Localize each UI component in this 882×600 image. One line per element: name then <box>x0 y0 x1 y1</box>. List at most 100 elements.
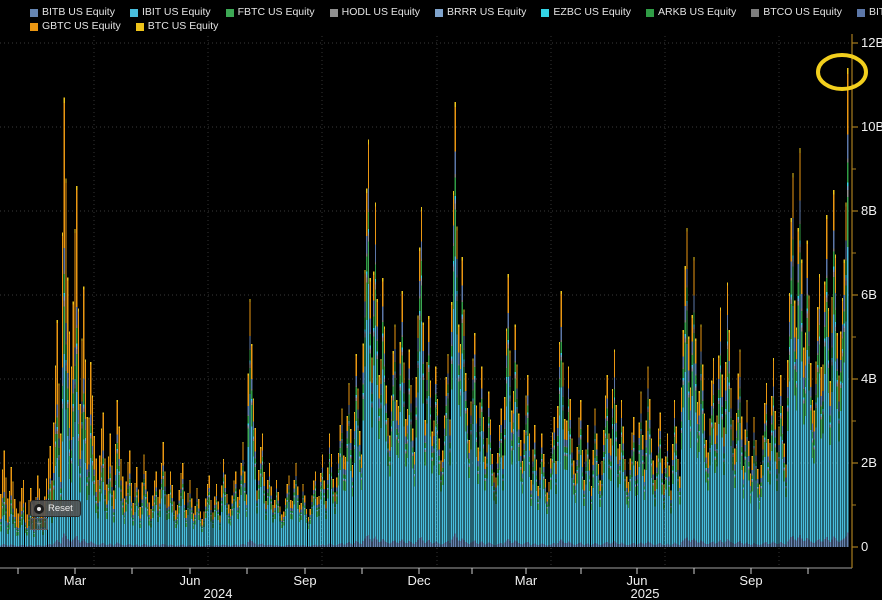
bar-segment-bitb <box>782 543 783 547</box>
bar-segment-ezbc <box>331 477 332 478</box>
bar-segment-bitb <box>149 546 150 547</box>
bar-segment-ibit <box>566 470 567 543</box>
bar-segment-gbtc <box>92 397 93 445</box>
bar-segment-ezbc <box>578 450 579 451</box>
bar-segment-hodl <box>386 422 387 424</box>
bar-segment-ezbc <box>62 399 63 402</box>
bar-segment-brrr <box>315 489 316 490</box>
bar-segment-ezbc <box>764 438 765 439</box>
bar-segment-hodl <box>587 457 588 459</box>
bar-segment-btco <box>126 499 127 500</box>
bar-segment-bitb <box>791 537 792 547</box>
bar-segment-btc <box>447 354 448 356</box>
bar-segment-hodl <box>695 388 696 391</box>
bar-segment-bitx <box>700 352 701 363</box>
bar-segment-bitx <box>276 489 277 492</box>
bar-segment-arkb <box>143 479 144 483</box>
bar-segment-fbtc <box>619 473 620 484</box>
bar-segment-ezbc <box>391 427 392 428</box>
bar-segment-btco <box>750 490 751 491</box>
bar-segment-ezbc <box>601 484 602 485</box>
bar-segment-bitb <box>426 541 427 547</box>
bar-segment-btco <box>639 444 640 445</box>
bar-segment-brrr <box>734 475 735 476</box>
bar-segment-gbtc <box>295 464 296 476</box>
bar-segment-bitb <box>25 546 26 547</box>
bar-segment-btc <box>317 497 318 498</box>
bar-segment-bitb <box>469 544 470 547</box>
bar-segment-bitb <box>58 542 59 547</box>
bar-segment-ibit <box>425 465 426 543</box>
bar-segment-fbtc <box>157 517 158 522</box>
bar-segment-hodl <box>163 477 164 478</box>
bar-segment-ibit <box>768 482 769 544</box>
bar-segment-gbtc <box>193 514 194 521</box>
bar-segment-bitb <box>608 544 609 547</box>
bar-segment-hodl <box>794 366 795 369</box>
bar-segment-brrr <box>499 454 500 455</box>
bar-segment-hodl <box>584 498 585 499</box>
bar-segment-gbtc <box>690 390 691 411</box>
bar-segment-arkb <box>262 457 263 462</box>
bar-segment-btc <box>142 482 143 483</box>
bar-segment-gbtc <box>679 477 680 488</box>
bar-segment-ibit <box>370 382 371 539</box>
bar-segment-ibit <box>580 455 581 543</box>
bar-segment-arkb <box>306 516 307 518</box>
bar-segment-btco <box>626 491 627 492</box>
bar-segment-bitx <box>594 425 595 432</box>
bar-segment-fbtc <box>509 401 510 422</box>
bar-segment-brrr <box>276 496 277 497</box>
bar-segment-btco <box>718 389 719 391</box>
bar-segment-bitb <box>288 545 289 547</box>
bar-segment-arkb <box>575 490 576 493</box>
bar-segment-bitb <box>662 544 663 547</box>
bar-segment-gbtc <box>302 485 303 492</box>
bar-segment-brrr <box>531 498 532 499</box>
bar-segment-btc <box>495 478 496 479</box>
bar-segment-brrr <box>115 486 116 487</box>
bar-segment-hodl <box>550 479 551 480</box>
bar-segment-bitx <box>175 519 176 521</box>
bar-segment-btco <box>690 419 691 420</box>
bar-segment-fbtc <box>780 418 781 436</box>
bar-segment-bitb <box>230 546 231 547</box>
bar-segment-bitx <box>233 493 234 496</box>
bar-segment-ibit <box>651 478 652 544</box>
bar-segment-btc <box>750 474 751 475</box>
bar-segment-bitb <box>28 546 29 547</box>
bar-segment-fbtc <box>182 490 183 499</box>
bar-segment-fbtc <box>127 495 128 504</box>
bar-segment-ibit <box>417 392 418 540</box>
bar-segment-bitx <box>784 457 785 462</box>
bar-segment-gbtc <box>186 510 187 518</box>
bar-segment-brrr <box>368 232 369 235</box>
bar-segment-gbtc <box>548 483 549 492</box>
bar-segment-ibit <box>186 527 187 546</box>
bar-segment-fbtc <box>662 485 663 494</box>
bar-segment-bitb <box>370 539 371 547</box>
bar-segment-hodl <box>561 357 562 361</box>
bar-segment-btco <box>554 439 555 440</box>
bar-segment-bitb <box>470 543 471 547</box>
bar-segment-btc <box>739 350 740 352</box>
bar-segment-gbtc <box>336 479 337 488</box>
bar-segment-arkb <box>476 432 477 438</box>
bar-segment-btc <box>639 423 640 424</box>
bar-segment-btc <box>654 480 655 481</box>
bar-segment-hodl <box>78 438 79 441</box>
bar-segment-brrr <box>410 421 411 422</box>
bar-segment-btco <box>389 456 390 457</box>
bar-segment-gbtc <box>686 232 687 269</box>
bar-segment-gbtc <box>734 449 735 464</box>
bar-segment-fbtc <box>96 504 97 513</box>
bar-segment-ibit <box>419 352 420 539</box>
bar-segment-btco <box>593 470 594 471</box>
bar-segment-bitx <box>414 464 415 469</box>
bar-segment-fbtc <box>792 267 793 306</box>
bar-segment-hodl <box>755 468 756 469</box>
bar-segment-fbtc <box>640 434 641 450</box>
bar-segment-fbtc <box>630 482 631 491</box>
chart-plot-area[interactable]: MarJunSepDecMarJunSep2024202502B4B6B8B10… <box>0 0 882 600</box>
bar-segment-ibit <box>479 452 480 543</box>
